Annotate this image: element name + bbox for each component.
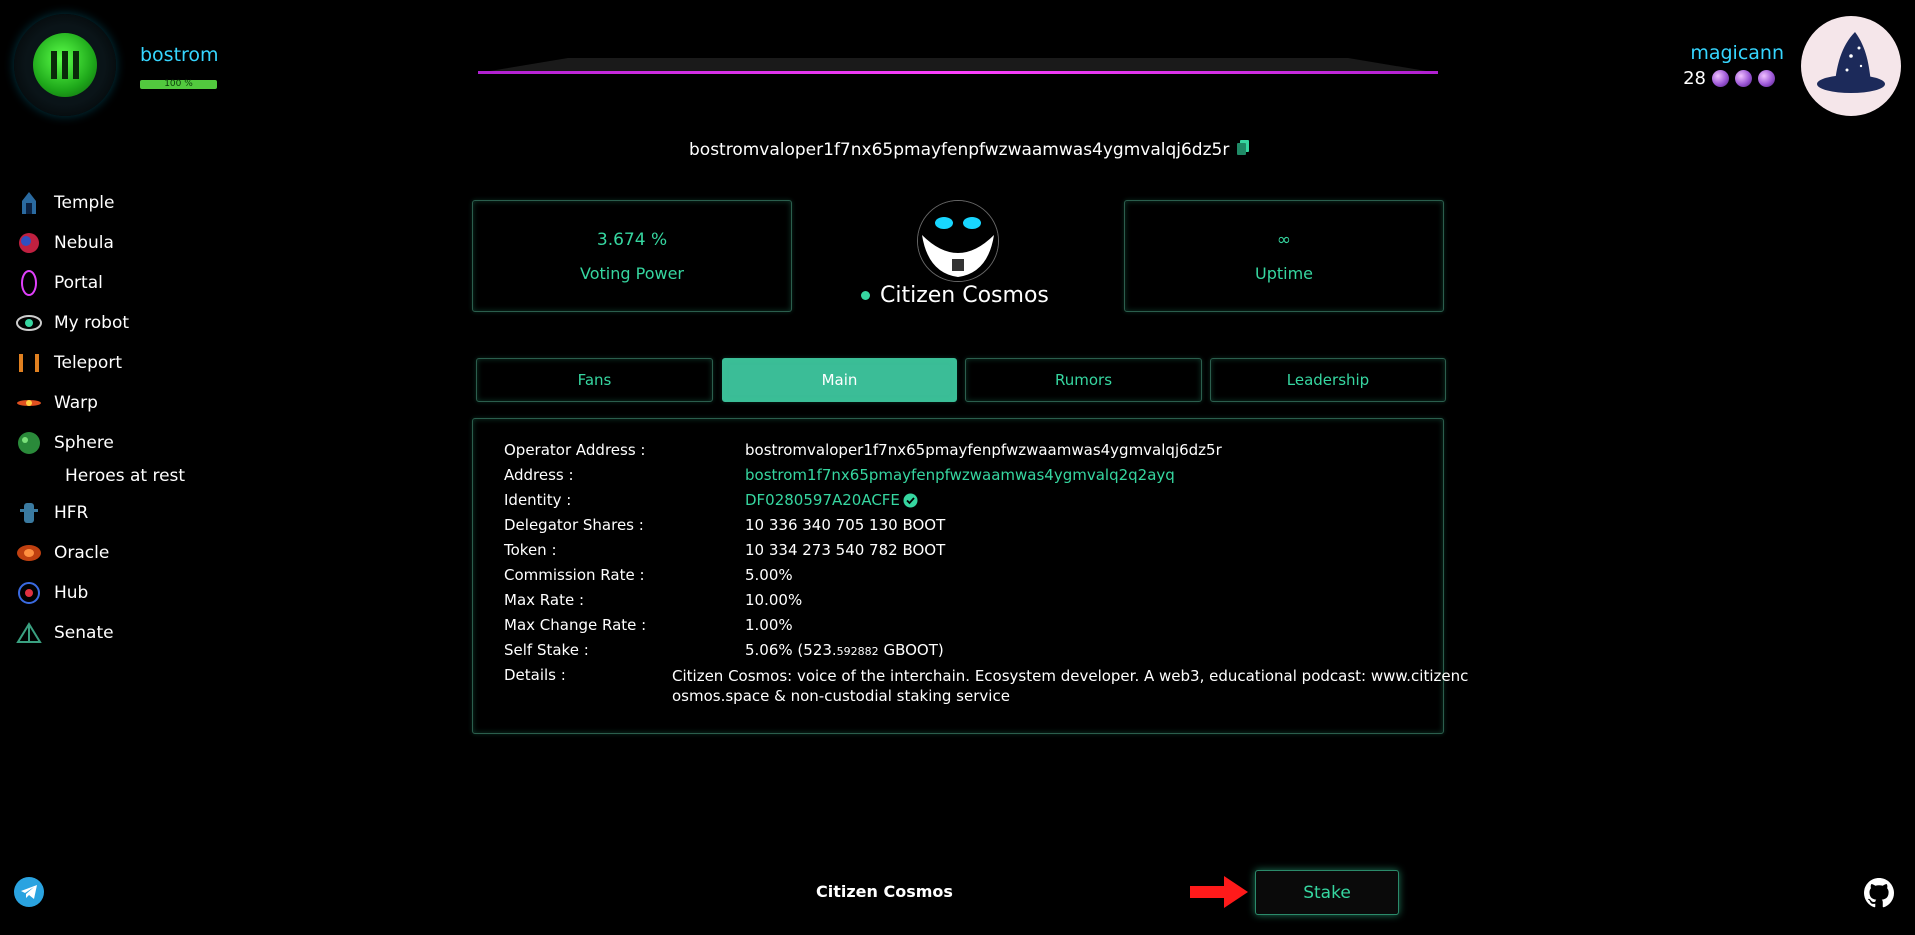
stake-button[interactable]: Stake xyxy=(1255,870,1399,915)
user-level: 28 xyxy=(1683,68,1706,89)
sphere-icon xyxy=(16,430,42,456)
detail-label: Self Stake : xyxy=(504,641,589,659)
sidebar-item-heroes-at-rest[interactable]: Heroes at rest xyxy=(65,466,185,486)
uptime-label: Uptime xyxy=(1254,263,1313,283)
portal-icon xyxy=(16,270,42,296)
user-level-info: 28 xyxy=(1683,68,1775,89)
identity-text: DF0280597A20ACFE xyxy=(745,491,900,509)
detail-value-max-change-rate: 1.00% xyxy=(745,616,793,634)
detail-label: Identity : xyxy=(504,491,572,509)
sidebar-item-label: Sphere xyxy=(54,433,114,453)
tab-rumors[interactable]: Rumors xyxy=(965,358,1202,402)
hfr-icon xyxy=(16,500,42,526)
detail-label: Operator Address : xyxy=(504,441,646,459)
orb-icon xyxy=(1735,70,1752,87)
validator-moniker: Citizen Cosmos xyxy=(861,283,1049,308)
detail-label: Delegator Shares : xyxy=(504,516,644,534)
wizard-hat-icon xyxy=(1817,32,1885,93)
orb-icon xyxy=(1712,70,1729,87)
sidebar-item-nebula[interactable]: Nebula xyxy=(16,230,114,256)
sidebar-item-label: HFR xyxy=(54,503,89,523)
detail-label: Commission Rate : xyxy=(504,566,645,584)
voting-power-value: 3.674 % xyxy=(596,229,668,250)
sidebar-item-label: Senate xyxy=(54,623,114,643)
orb-icon xyxy=(1758,70,1775,87)
footer-validator-name: Citizen Cosmos xyxy=(816,882,953,901)
detail-label: Token : xyxy=(504,541,557,559)
robot-eye-icon xyxy=(16,310,42,336)
voting-power-label: Voting Power xyxy=(580,263,684,283)
senate-icon xyxy=(16,620,42,646)
sidebar-item-label: Warp xyxy=(54,393,98,413)
sidebar-item-senate[interactable]: Senate xyxy=(16,620,114,646)
sidebar-item-label: Portal xyxy=(54,273,103,293)
sidebar-item-sphere[interactable]: Sphere xyxy=(16,430,114,456)
sidebar-item-label: Oracle xyxy=(54,543,110,563)
sidebar-item-teleport[interactable]: Teleport xyxy=(16,350,122,376)
red-arrow-icon xyxy=(1190,874,1250,914)
validator-details-card: Operator Address : bostromvaloper1f7nx65… xyxy=(472,418,1469,734)
github-icon[interactable] xyxy=(1864,878,1894,912)
sidebar-item-portal[interactable]: Portal xyxy=(16,270,103,296)
detail-label: Details : xyxy=(504,666,566,684)
validator-avatar xyxy=(917,200,999,282)
detail-label: Address : xyxy=(504,466,574,484)
chain-progress-label: 100 % xyxy=(164,79,193,89)
chain-progress-bar: 100 % xyxy=(140,80,217,89)
teleport-icon xyxy=(16,350,42,376)
detail-value-commission-rate: 5.00% xyxy=(745,566,793,584)
sidebar-item-hfr[interactable]: HFR xyxy=(16,500,88,526)
validator-moniker-text: Citizen Cosmos xyxy=(880,283,1049,308)
identity-value: DF0280597A20ACFE xyxy=(745,491,918,509)
user-avatar[interactable] xyxy=(1801,16,1901,116)
detail-value-max-rate: 10.00% xyxy=(745,591,803,609)
tab-fans[interactable]: Fans xyxy=(476,358,713,402)
sidebar-item-oracle[interactable]: Oracle xyxy=(16,540,109,566)
user-name[interactable]: magicann xyxy=(1690,42,1784,64)
detail-label: Max Rate : xyxy=(504,591,584,609)
sidebar-item-label: Nebula xyxy=(54,233,114,253)
detail-value-token: 10 334 273 540 782 BOOT xyxy=(745,541,946,559)
validator-address-header: bostromvaloper1f7nx65pmayfenpfwzwaamwas4… xyxy=(689,140,1250,160)
sidebar-item-label: Teleport xyxy=(54,353,122,373)
tab-main[interactable]: Main xyxy=(722,358,957,402)
uptime-card: ∞ Uptime xyxy=(1124,200,1444,312)
chain-logo[interactable] xyxy=(14,14,116,116)
voting-power-card: 3.674 % Voting Power xyxy=(472,200,792,312)
sidebar-item-my-robot[interactable]: My robot xyxy=(16,310,129,336)
bostrom-logo-icon xyxy=(33,33,97,97)
sidebar-item-label: Hub xyxy=(54,583,89,603)
sidebar-item-label: My robot xyxy=(54,313,130,333)
uptime-value: ∞ xyxy=(1276,229,1292,250)
self-stake-unit: GBOOT) xyxy=(878,641,944,659)
details-line: osmos.space & non-custodial staking serv… xyxy=(672,687,1010,705)
verified-check-icon xyxy=(903,493,918,507)
sidebar-item-warp[interactable]: Warp xyxy=(16,390,98,416)
self-stake-main: 5.06% (523. xyxy=(745,641,837,659)
tab-leadership[interactable]: Leadership xyxy=(1210,358,1446,402)
warp-icon xyxy=(16,390,42,416)
header-glow-line xyxy=(478,55,1438,75)
validator-operator-address: bostromvaloper1f7nx65pmayfenpfwzwaamwas4… xyxy=(689,140,1230,160)
details-line: Citizen Cosmos: voice of the interchain.… xyxy=(672,667,1469,685)
address-link[interactable]: bostrom1f7nx65pmayfenpfwzwaamwas4ygmvalq… xyxy=(745,466,1175,484)
oracle-icon xyxy=(16,540,42,566)
sidebar-item-label: Temple xyxy=(54,193,115,213)
detail-value-details: Citizen Cosmos: voice of the interchain.… xyxy=(672,666,1469,706)
detail-value-operator-address: bostromvaloper1f7nx65pmayfenpfwzwaamwas4… xyxy=(745,441,1222,459)
telegram-icon[interactable] xyxy=(14,877,44,907)
detail-value-delegator-shares: 10 336 340 705 130 BOOT xyxy=(745,516,946,534)
sidebar-item-hub[interactable]: Hub xyxy=(16,580,88,606)
status-dot xyxy=(861,291,870,300)
detail-value-self-stake: 5.06% (523.592882 GBOOT) xyxy=(745,641,944,659)
nebula-icon xyxy=(16,230,42,256)
detail-label: Max Change Rate : xyxy=(504,616,647,634)
temple-icon xyxy=(16,190,42,216)
copy-icon[interactable] xyxy=(1237,140,1250,160)
hub-icon xyxy=(16,580,42,606)
sidebar-item-temple[interactable]: Temple xyxy=(16,190,115,216)
self-stake-decimals: 592882 xyxy=(836,645,879,658)
chain-name[interactable]: bostrom xyxy=(140,44,219,66)
